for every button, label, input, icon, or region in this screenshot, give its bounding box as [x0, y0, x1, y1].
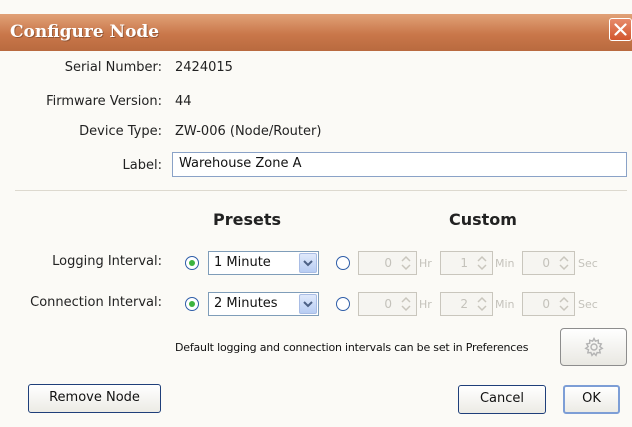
hours-unit: Hr [419, 257, 432, 270]
connection-preset-value: 2 Minutes [214, 296, 278, 311]
presets-header: Presets [213, 210, 282, 229]
logging-interval-label: Logging Interval: [52, 254, 162, 269]
device-type-label: Device Type: [79, 124, 162, 139]
connection-seconds-stepper[interactable]: 0 [522, 292, 575, 316]
logging-minutes-stepper[interactable]: 1 [440, 251, 493, 275]
logging-preset-value: 1 Minute [214, 255, 271, 270]
serial-number-label: Serial Number: [64, 60, 162, 75]
hours-unit: Hr [419, 298, 432, 311]
logging-custom-radio[interactable] [336, 256, 350, 270]
firmware-version-value: 44 [175, 94, 192, 109]
chevron-down-icon [299, 294, 317, 314]
logging-seconds-value: 0 [542, 256, 550, 270]
logging-minutes-value: 1 [460, 256, 468, 270]
configure-node-dialog: Configure Node Serial Number: 2424015 Fi… [0, 0, 632, 427]
gear-icon [584, 337, 604, 357]
logging-hours-value: 0 [384, 256, 392, 270]
spinner-arrows-icon [559, 255, 569, 271]
logging-seconds-stepper[interactable]: 0 [522, 251, 575, 275]
seconds-unit: Sec [578, 257, 598, 270]
logging-preset-select[interactable]: 1 Minute [208, 251, 319, 275]
logging-preset-radio[interactable] [185, 256, 199, 270]
logging-hours-stepper[interactable]: 0 [358, 251, 417, 275]
connection-hours-value: 0 [384, 297, 392, 311]
divider [15, 190, 627, 191]
connection-minutes-stepper[interactable]: 2 [440, 292, 493, 316]
spinner-arrows-icon [401, 296, 411, 312]
spinner-arrows-icon [559, 296, 569, 312]
preferences-button[interactable] [560, 328, 627, 366]
serial-number-value: 2424015 [175, 60, 233, 75]
minutes-unit: Min [495, 298, 515, 311]
device-type-value: ZW-006 (Node/Router) [175, 124, 322, 139]
connection-preset-radio[interactable] [185, 297, 199, 311]
connection-minutes-value: 2 [460, 297, 468, 311]
label-field-label: Label: [122, 158, 162, 173]
chevron-down-icon [299, 253, 317, 273]
title-bar: Configure Node [0, 14, 632, 51]
label-input[interactable]: Warehouse Zone A [172, 152, 627, 177]
spinner-arrows-icon [401, 255, 411, 271]
connection-interval-label: Connection Interval: [30, 295, 162, 310]
close-button[interactable] [609, 18, 632, 41]
firmware-version-label: Firmware Version: [46, 94, 162, 109]
remove-node-button[interactable]: Remove Node [28, 384, 161, 413]
custom-header: Custom [449, 210, 517, 229]
seconds-unit: Sec [578, 298, 598, 311]
preferences-note: Default logging and connection intervals… [175, 341, 529, 354]
connection-seconds-value: 0 [542, 297, 550, 311]
cancel-button[interactable]: Cancel [458, 385, 546, 414]
spinner-arrows-icon [477, 255, 487, 271]
connection-custom-radio[interactable] [336, 297, 350, 311]
minutes-unit: Min [495, 257, 515, 270]
connection-preset-select[interactable]: 2 Minutes [208, 292, 319, 316]
spinner-arrows-icon [477, 296, 487, 312]
close-icon [614, 23, 627, 36]
connection-hours-stepper[interactable]: 0 [358, 292, 417, 316]
window-title: Configure Node [10, 22, 160, 42]
ok-button[interactable]: OK [563, 385, 620, 414]
